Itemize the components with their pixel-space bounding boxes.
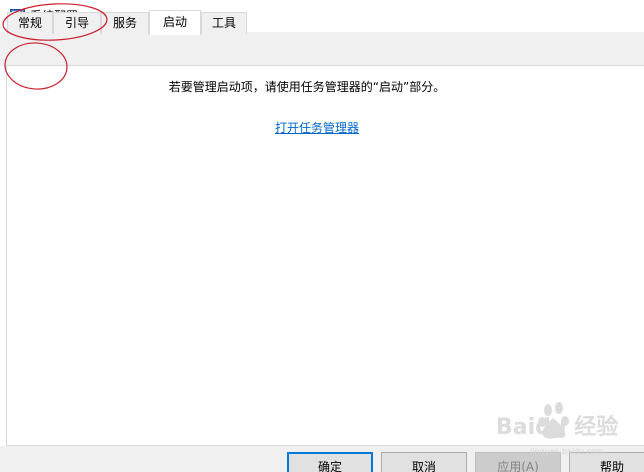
tab-label: 启动 <box>162 15 187 29</box>
tab-label: 引导 <box>64 16 89 30</box>
tab-label: 服务 <box>112 16 137 30</box>
tab-label: 常规 <box>17 16 42 30</box>
ok-button[interactable]: 确定 <box>287 452 373 472</box>
tab-boot[interactable]: 引导 <box>53 12 101 34</box>
tab-tools[interactable]: 工具 <box>201 12 247 34</box>
tab-strip <box>0 32 644 66</box>
open-task-manager-link[interactable]: 打开任务管理器 <box>275 120 359 136</box>
tab-general[interactable]: 常规 <box>7 12 53 34</box>
startup-info-text: 若要管理启动项，请使用任务管理器的“启动”部分。 <box>168 80 446 94</box>
tab-label: 工具 <box>211 16 236 30</box>
watermark-url: jingyan.baidu.com <box>530 447 604 456</box>
tab-startup[interactable]: 启动 <box>149 10 201 35</box>
tab-services[interactable]: 服务 <box>101 12 149 34</box>
cancel-button[interactable]: 取消 <box>381 452 467 472</box>
